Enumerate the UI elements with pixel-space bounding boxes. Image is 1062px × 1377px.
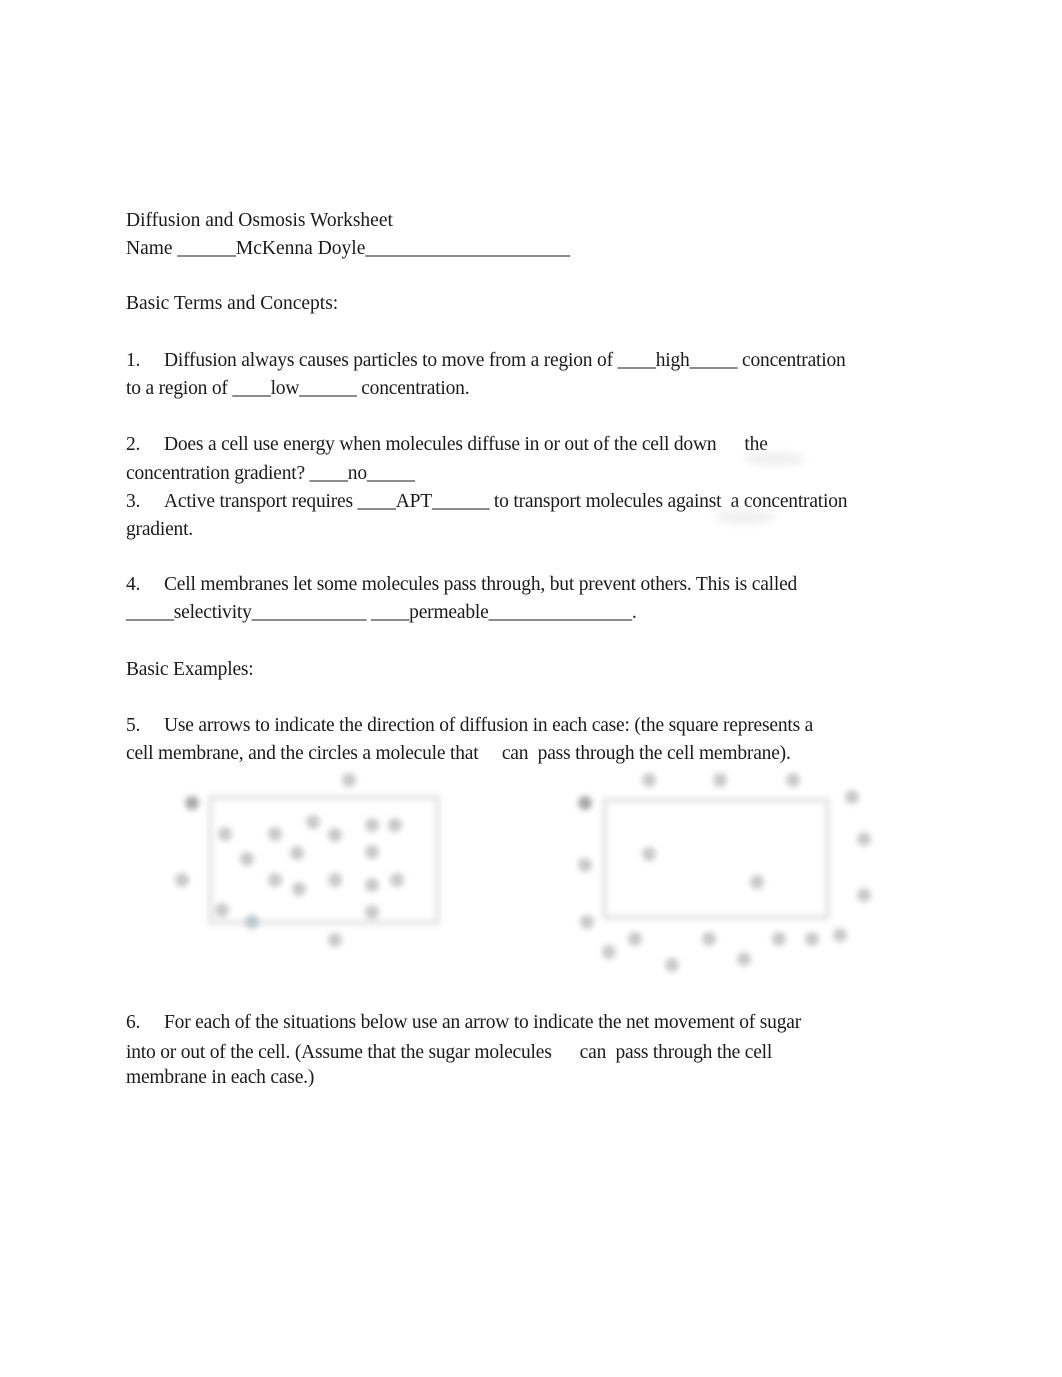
molecule [388,818,402,832]
molecule [175,873,189,887]
molecule [628,932,642,946]
molecule [218,827,232,841]
molecule [642,773,656,787]
question-3-line-2: gradient. [126,519,193,540]
molecule [642,847,656,861]
question-5-line-2: cell membrane, and the circles a molecul… [126,743,791,764]
molecule [215,903,229,917]
molecule [290,846,304,860]
section-heading-basic-terms: Basic Terms and Concepts: [126,293,339,314]
question-text: Active transport requires ____APT______ … [164,491,848,512]
molecule [365,905,379,919]
molecule [833,928,847,942]
question-4-line-2: _____selectivity____________ ____permeab… [126,602,637,623]
molecule [292,882,306,896]
smudge-mark [715,510,775,524]
molecule [665,958,679,972]
molecule [857,888,871,902]
molecule [857,832,871,846]
question-6-line-3: membrane in each case.) [126,1067,315,1088]
question-text: Diffusion always causes particles to mov… [164,350,846,371]
molecule [750,875,764,889]
question-4-line-1: 4. Cell membranes let some molecules pass… [126,573,797,597]
question-number: 3. [126,491,141,512]
diffusion-diagram-1 [160,770,460,960]
molecule [737,952,751,966]
molecule [365,845,379,859]
diffusion-diagram-2 [550,770,890,980]
question-number: 2. [126,434,141,455]
molecule [578,858,592,872]
molecule [268,873,282,887]
question-number: 5. [126,715,141,736]
molecule [240,852,254,866]
molecule [245,915,259,929]
worksheet-title: Diffusion and Osmosis Worksheet [126,210,393,231]
molecule [713,773,727,787]
question-text: Cell membranes let some molecules pass t… [164,574,798,595]
question-6-line-1: 6. For each of the situations below use a… [126,1011,801,1035]
molecule [702,932,716,946]
molecule [328,933,342,947]
name-field: Name ______McKenna Doyle________________… [126,238,571,259]
molecule [328,828,342,842]
question-1-line-1: 1. Diffusion always causes particles to m… [126,349,846,373]
molecule [268,827,282,841]
molecule [845,790,859,804]
molecule [578,796,592,810]
molecule [786,773,800,787]
molecule [342,773,356,787]
molecule [772,932,786,946]
molecule [390,873,404,887]
question-text: For each of the situations below use an … [164,1012,802,1033]
molecule [580,915,594,929]
question-text: Use arrows to indicate the direction of … [164,715,814,736]
question-text: Does a cell use energy when molecules di… [164,434,768,455]
section-heading-basic-examples: Basic Examples: [126,659,254,680]
molecule [185,796,199,810]
molecule [365,818,379,832]
question-2-line-1: 2. Does a cell use energy when molecules … [126,433,768,457]
molecule [365,878,379,892]
molecule [805,932,819,946]
question-number: 6. [126,1012,141,1033]
question-1-line-2: to a region of ____low______ concentrati… [126,378,470,399]
molecule [328,873,342,887]
cell-membrane [602,798,830,920]
question-number: 1. [126,350,141,371]
smudge-mark [745,452,805,466]
molecule [602,945,616,959]
molecule [306,815,320,829]
question-2-line-2: concentration gradient? ____no_____ [126,463,415,484]
question-number: 4. [126,574,141,595]
question-5-line-1: 5. Use arrows to indicate the direction o… [126,714,813,738]
question-6-line-2: into or out of the cell. (Assume that th… [126,1042,773,1063]
